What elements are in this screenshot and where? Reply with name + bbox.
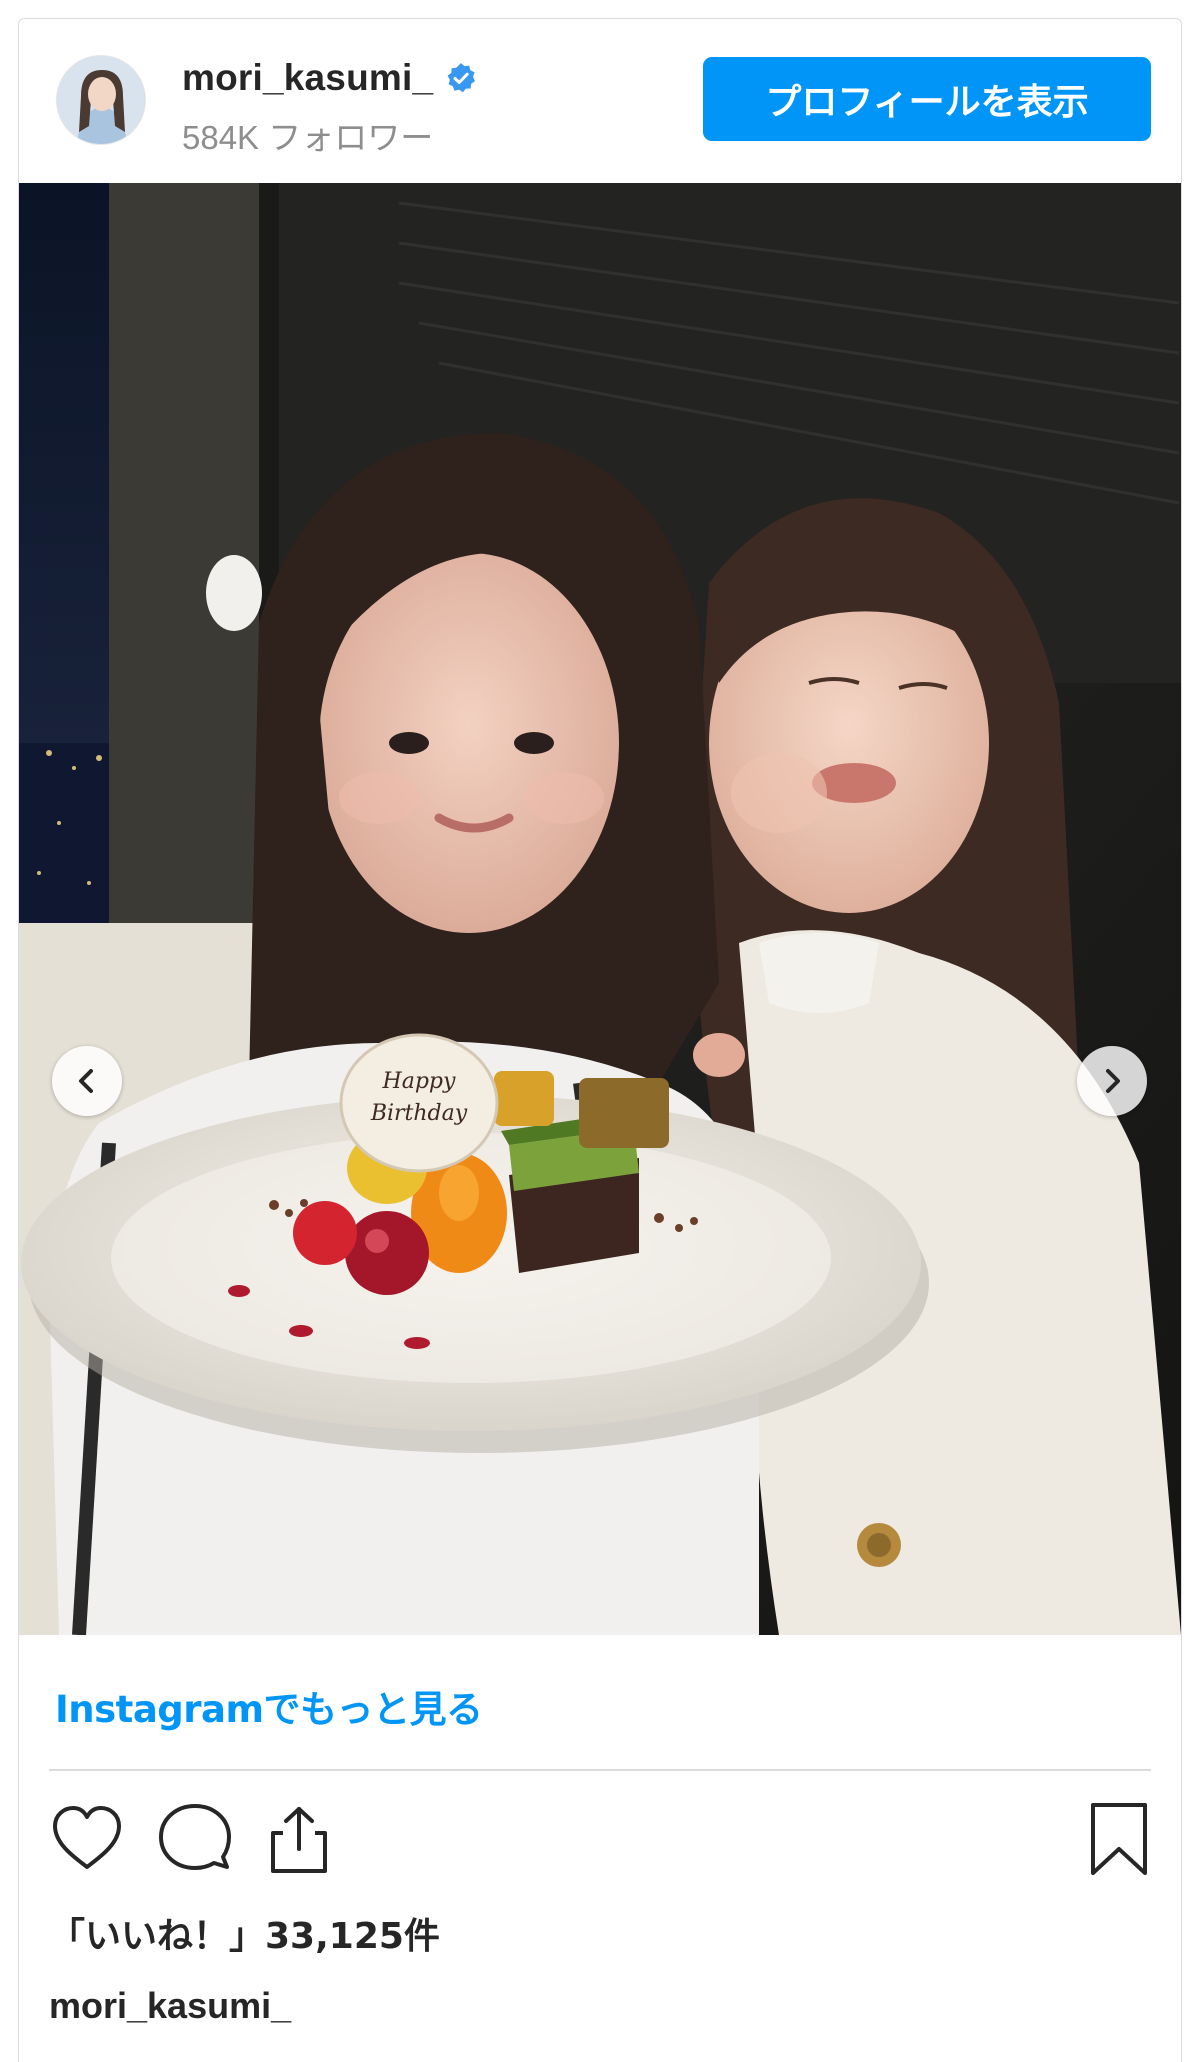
photo-illustration: Happy Birthday bbox=[19, 183, 1181, 1635]
post-photo[interactable]: Happy Birthday bbox=[19, 183, 1181, 1635]
like-count: 「いいね！」33,125件 bbox=[49, 1916, 440, 1957]
plaque-text-line1: Happy bbox=[382, 1069, 456, 1094]
username[interactable]: mori_kasumi_ bbox=[182, 57, 433, 99]
comment-button[interactable] bbox=[155, 1799, 235, 1879]
comment-bubble-icon bbox=[159, 1804, 231, 1870]
avatar[interactable] bbox=[56, 55, 146, 145]
save-button[interactable] bbox=[1079, 1799, 1159, 1879]
share-icon bbox=[271, 1807, 327, 1873]
username-row: mori_kasumi_ bbox=[182, 57, 477, 99]
like-button[interactable] bbox=[47, 1799, 127, 1879]
divider bbox=[49, 1769, 1151, 1771]
verified-badge-icon bbox=[447, 63, 476, 93]
bookmark-icon bbox=[1091, 1803, 1147, 1875]
carousel-next-button[interactable] bbox=[1077, 1046, 1147, 1116]
view-profile-button[interactable]: プロフィールを表示 bbox=[703, 57, 1151, 141]
chevron-right-icon bbox=[1106, 1069, 1120, 1093]
chevron-left-icon bbox=[79, 1069, 93, 1093]
instagram-embed-card: mori_kasumi_ 584K フォロワー プロフィールを表示 Happy … bbox=[18, 18, 1182, 2062]
share-button[interactable] bbox=[259, 1799, 339, 1879]
follower-count: 584K フォロワー bbox=[182, 119, 434, 156]
post-header: mori_kasumi_ 584K フォロワー プロフィールを表示 bbox=[19, 19, 1181, 183]
plaque-text-line2: Birthday bbox=[370, 1101, 468, 1126]
heart-icon bbox=[53, 1806, 121, 1869]
view-more-on-instagram-link[interactable]: Instagramでもっと見る bbox=[55, 1679, 483, 1733]
caption-username[interactable]: mori_kasumi_ bbox=[49, 1985, 291, 2027]
carousel-prev-button[interactable] bbox=[52, 1046, 122, 1116]
